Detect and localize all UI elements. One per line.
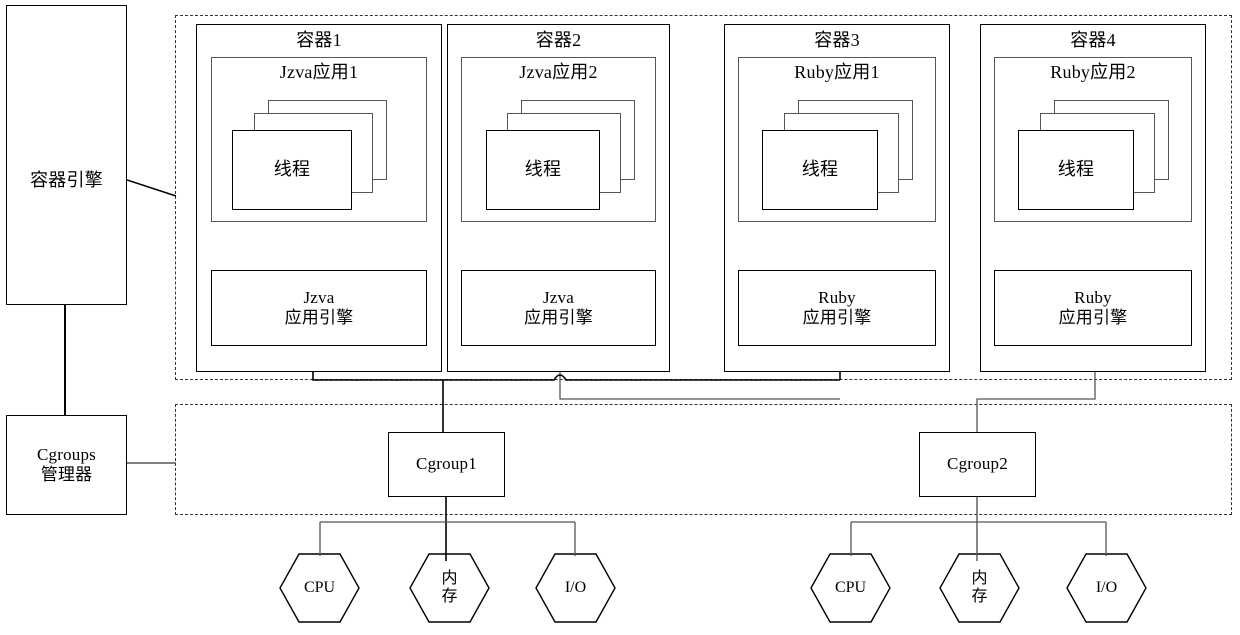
cgroup-label-2: Cgroup2 [947, 454, 1008, 474]
container-engine-box[interactable] [6, 5, 127, 305]
thread-label-2: 线程 [524, 159, 562, 180]
thread-label-3: 线程 [801, 159, 839, 180]
app-engine-label-3: Ruby 应用引擎 [802, 287, 872, 327]
resource-label: I/O [1095, 579, 1118, 597]
resource-hexagon-memory-1[interactable]: 内 存 [408, 552, 491, 624]
resource-label: 内 存 [441, 570, 458, 605]
resource-label: I/O [564, 579, 587, 597]
resource-hexagon-io-1[interactable]: I/O [534, 552, 617, 624]
app-label-3: Ruby应用1 [794, 62, 880, 82]
container-title-1: 容器1 [296, 30, 342, 50]
resource-hexagon-cpu-1[interactable]: CPU [278, 552, 361, 624]
thread-label-1: 线程 [273, 159, 311, 180]
resource-hexagon-memory-2[interactable]: 内 存 [938, 552, 1021, 624]
engine-leader-line [126, 179, 177, 197]
resource-label: CPU [834, 579, 867, 597]
app-engine-label-1: Jzva 应用引擎 [284, 287, 354, 327]
container-engine-label: 容器引擎 [30, 170, 103, 191]
diagram-canvas: 容器引擎 Cgroups 管理器 容器1 Jzva应用1 线程 Jzva 应用引… [0, 0, 1240, 635]
container-title-2: 容器2 [535, 30, 582, 50]
thread-label-4: 线程 [1057, 159, 1095, 180]
container-title-4: 容器4 [1070, 30, 1116, 50]
app-engine-label-4: Ruby 应用引擎 [1058, 287, 1128, 327]
app-label-1: Jzva应用1 [279, 62, 359, 82]
cgroups-manager-label: Cgroups 管理器 [36, 444, 97, 484]
app-label-4: Ruby应用2 [1050, 62, 1136, 82]
cgroup-label-1: Cgroup1 [416, 454, 477, 474]
app-label-2: Jzva应用2 [519, 62, 598, 82]
resource-hexagon-cpu-2[interactable]: CPU [809, 552, 892, 624]
container-title-3: 容器3 [814, 30, 860, 50]
engine-to-manager-connector [64, 305, 66, 415]
app-engine-label-2: Jzva 应用引擎 [524, 287, 593, 327]
resource-hexagon-io-2[interactable]: I/O [1065, 552, 1148, 624]
resource-label: CPU [303, 579, 336, 597]
cgroup-zone-boundary [175, 404, 1232, 515]
resource-label: 内 存 [971, 570, 988, 605]
